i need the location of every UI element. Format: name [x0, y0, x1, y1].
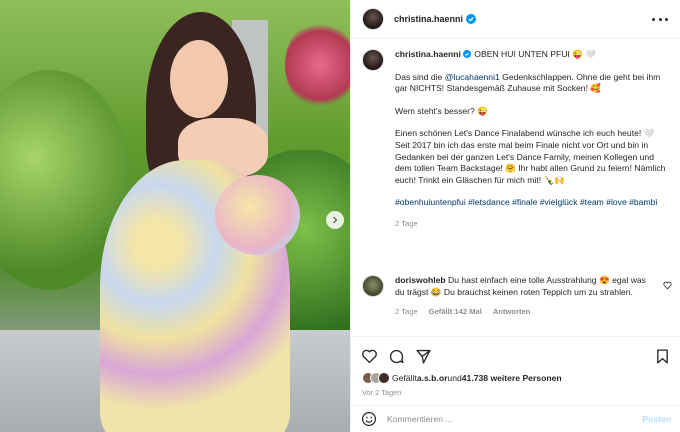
comment-avatar[interactable] [362, 275, 384, 297]
share-icon [416, 349, 431, 364]
photo-sleeve [215, 175, 300, 255]
avatar[interactable] [362, 8, 384, 30]
caption-time: 2 Tage [395, 218, 418, 228]
share-button[interactable] [415, 348, 432, 365]
reply-button[interactable]: Antworten [493, 306, 531, 318]
post-panel: christina.haenni christina.haenni OBEN H… [350, 0, 680, 432]
post-header: christina.haenni [351, 0, 680, 39]
verified-badge-icon [466, 14, 477, 24]
likes-count[interactable]: 41.738 weitere Personen [462, 373, 562, 383]
liker-username[interactable]: a.s.b.or [417, 373, 448, 383]
heart-icon [362, 349, 377, 364]
caption-avatar[interactable] [362, 49, 384, 71]
emoji-icon[interactable] [361, 411, 377, 427]
caption-text: Wem steht's besser? 😜 [395, 105, 488, 116]
next-photo-button[interactable] [326, 211, 344, 229]
chevron-right-icon [333, 216, 338, 224]
caption-title: OBEN HUI UNTEN PFUI 😜 🤍 [471, 49, 596, 59]
caption: christina.haenni OBEN HUI UNTEN PFUI 😜 🤍… [362, 49, 672, 230]
bookmark-icon [657, 349, 668, 364]
save-button[interactable] [654, 348, 671, 365]
photo-face [170, 40, 228, 118]
comment-time: 2 Tage [395, 307, 418, 317]
comment-likes[interactable]: Gefällt 142 Mal [429, 306, 482, 318]
like-button[interactable] [361, 348, 378, 365]
mention-link[interactable]: @lucahaenni1 [445, 72, 500, 82]
caption-username[interactable]: christina.haenni [395, 49, 461, 59]
hashtag-links[interactable]: #obenhuiuntenpfui #letsdance #finale #vi… [395, 197, 667, 209]
comment-icon [389, 349, 404, 364]
comment-button[interactable] [388, 348, 405, 365]
more-options-icon[interactable] [652, 14, 668, 24]
photo-flowers [285, 20, 350, 110]
verified-badge-icon [462, 50, 471, 58]
header-username[interactable]: christina.haenni [394, 14, 463, 24]
post-photo[interactable] [0, 0, 350, 432]
heart-icon[interactable] [663, 281, 672, 290]
comment-input[interactable] [387, 414, 617, 424]
post-button[interactable]: Posten [642, 414, 671, 424]
likes-summary: Gefällt a.s.b.or und 41.738 weitere Pers… [362, 372, 562, 384]
comment-bar: Posten [351, 405, 680, 432]
action-bar [351, 336, 680, 376]
likes-middle: und [447, 373, 462, 383]
post-time: Vor 2 Tagen [362, 388, 402, 397]
liker-avatars[interactable] [362, 372, 390, 384]
caption-text: Das sind die [395, 71, 445, 82]
comment-username[interactable]: doriswohleb [395, 275, 446, 285]
likes-prefix: Gefällt [392, 373, 417, 383]
comment: doriswohleb Du hast einfach eine tolle A… [362, 275, 672, 318]
caption-text: Einen schönen Let's Dance Finalabend wün… [395, 128, 666, 185]
